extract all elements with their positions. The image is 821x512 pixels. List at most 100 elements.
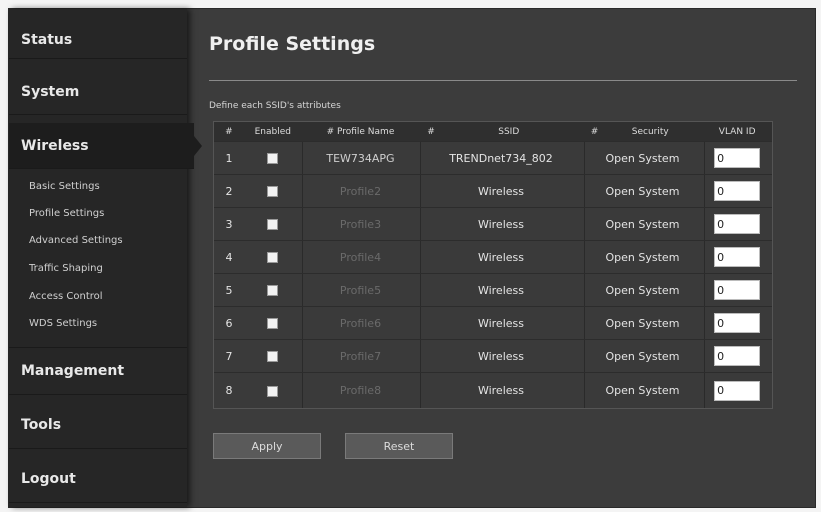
- enabled-checkbox[interactable]: [267, 351, 279, 362]
- profile-name: Profile4: [339, 250, 382, 264]
- security: Open System: [605, 283, 680, 297]
- vlan-cell: [702, 346, 772, 366]
- table-row: 1 TEW734APG TRENDnet734_802 Open System: [214, 142, 772, 175]
- header-vlan-id: VLAN ID: [718, 126, 756, 137]
- vlan-cell: [702, 181, 772, 201]
- subnav-basic-settings[interactable]: Basic Settings: [29, 181, 100, 192]
- vlan-id-input[interactable]: [714, 380, 761, 401]
- header-profile-name[interactable]: # Profile Name: [302, 127, 420, 137]
- ssid: Wireless: [477, 250, 524, 264]
- row-id: 4: [225, 250, 233, 264]
- profile-name: Profile2: [339, 184, 382, 198]
- ssid: Wireless: [477, 384, 524, 397]
- profile-name: Profile6: [339, 316, 382, 330]
- enabled-cell: [244, 284, 302, 297]
- vlan-cell: [702, 280, 772, 300]
- vlan-id-input[interactable]: [714, 346, 761, 366]
- header-ssid[interactable]: # SSID: [419, 127, 582, 137]
- enabled-checkbox[interactable]: [267, 285, 279, 296]
- vlan-id-input[interactable]: [714, 280, 761, 300]
- subnav-profile-settings[interactable]: Profile Settings: [29, 208, 104, 219]
- table-row: 7 Profile7 Wireless Open System: [214, 340, 772, 373]
- enabled-checkbox[interactable]: [267, 186, 279, 197]
- header-enabled: Enabled: [254, 126, 291, 137]
- enabled-checkbox[interactable]: [267, 385, 279, 397]
- table-row: 4 Profile4 Wireless Open System: [214, 241, 772, 274]
- header-id[interactable]: #: [214, 127, 244, 137]
- main-content: Profile Settings Define each SSID's attr…: [199, 9, 815, 507]
- vlan-cell: [702, 247, 772, 267]
- security: Open System: [605, 250, 680, 264]
- nav-status[interactable]: Status: [9, 21, 187, 59]
- subnav-advanced-settings[interactable]: Advanced Settings: [29, 235, 123, 246]
- security: Open System: [605, 184, 680, 198]
- nav-system[interactable]: System: [9, 69, 187, 115]
- enabled-cell: [244, 350, 302, 363]
- row-id: 3: [225, 217, 233, 231]
- nav-logout-label: Logout: [21, 470, 76, 487]
- nav-management[interactable]: Management: [9, 347, 187, 395]
- nav-management-label: Management: [21, 363, 125, 379]
- vlan-cell: [702, 214, 772, 234]
- enabled-checkbox[interactable]: [267, 252, 279, 263]
- nav-wireless-label: Wireless: [21, 137, 89, 154]
- profile-name: Profile7: [339, 349, 382, 363]
- vlan-cell: [702, 380, 772, 401]
- nav-logout[interactable]: Logout: [9, 455, 187, 503]
- row-id: 8: [225, 384, 233, 397]
- table-row: 2 Profile2 Wireless Open System: [214, 175, 772, 208]
- ssid: TRENDnet734_802: [449, 151, 553, 165]
- sidebar: Status System Wireless Basic Settings Pr…: [9, 9, 202, 507]
- vlan-cell: [702, 148, 772, 168]
- table-row: 3 Profile3 Wireless Open System: [214, 208, 772, 241]
- ssid: Wireless: [477, 283, 524, 297]
- nav-tools[interactable]: Tools: [9, 401, 187, 449]
- table-caption: Define each SSID's attributes: [209, 101, 341, 111]
- header-security[interactable]: # Security: [583, 127, 703, 137]
- profile-table: # Enabled # Profile Name # SSID # Securi…: [213, 121, 773, 409]
- nav-wireless[interactable]: Wireless: [9, 123, 202, 169]
- enabled-cell: [244, 317, 302, 330]
- profile-name: Profile5: [339, 283, 382, 297]
- vlan-id-input[interactable]: [714, 148, 761, 168]
- subnav-traffic-shaping[interactable]: Traffic Shaping: [29, 263, 103, 274]
- vlan-id-input[interactable]: [714, 181, 761, 201]
- table-row: 6 Profile6 Wireless Open System: [214, 307, 772, 340]
- ssid: Wireless: [477, 349, 524, 363]
- router-admin-window: Status System Wireless Basic Settings Pr…: [8, 8, 816, 508]
- ssid: Wireless: [477, 217, 524, 231]
- header-ssid-label: SSID: [498, 126, 520, 137]
- enabled-checkbox[interactable]: [267, 153, 279, 164]
- reset-button[interactable]: Reset: [345, 433, 453, 459]
- table-header-row: # Enabled # Profile Name # SSID # Securi…: [214, 122, 772, 142]
- ssid: Wireless: [477, 316, 524, 330]
- enabled-cell: [244, 218, 302, 231]
- sort-icon: #: [427, 126, 435, 137]
- title-divider: [209, 80, 797, 81]
- ssid: Wireless: [477, 184, 524, 198]
- enabled-cell: [244, 251, 302, 264]
- vlan-id-input[interactable]: [714, 313, 761, 333]
- nav-tools-label: Tools: [21, 416, 62, 433]
- security: Open System: [605, 349, 680, 363]
- apply-button[interactable]: Apply: [213, 433, 321, 459]
- vlan-id-input[interactable]: [714, 247, 761, 267]
- row-id: 2: [225, 184, 233, 198]
- enabled-cell: [244, 152, 302, 165]
- enabled-cell: [244, 384, 302, 397]
- nav-status-label: Status: [21, 31, 73, 48]
- row-id: 7: [225, 349, 233, 363]
- enabled-checkbox[interactable]: [267, 318, 279, 329]
- subnav-wds-settings[interactable]: WDS Settings: [29, 318, 97, 329]
- row-id: 5: [225, 283, 233, 297]
- row-id: 6: [225, 316, 233, 330]
- enabled-cell: [244, 185, 302, 198]
- profile-name: Profile8: [339, 384, 382, 397]
- enabled-checkbox[interactable]: [267, 219, 279, 230]
- sort-icon: #: [590, 126, 599, 137]
- table-row: 5 Profile5 Wireless Open System: [214, 274, 772, 307]
- vlan-id-input[interactable]: [714, 214, 761, 234]
- subnav-access-control[interactable]: Access Control: [29, 291, 103, 302]
- profile-name: TEW734APG: [326, 151, 395, 165]
- security: Open System: [605, 217, 680, 231]
